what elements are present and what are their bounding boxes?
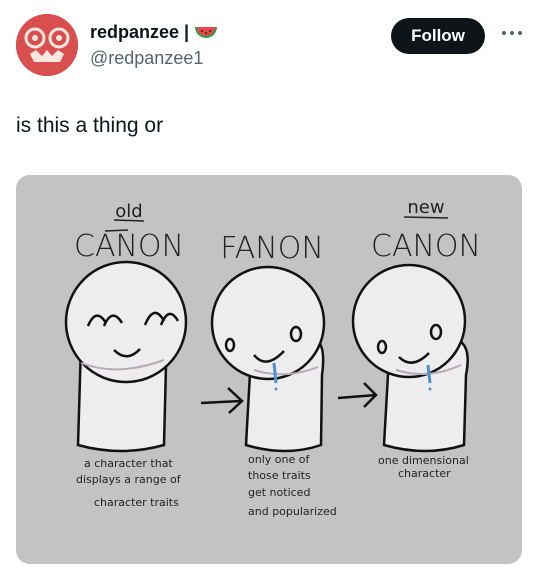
header-new: new: [407, 197, 444, 218]
follow-button[interactable]: Follow: [391, 18, 485, 54]
canon-fanon-drawing: old CANON FANON new CANON a character th…: [16, 175, 522, 564]
header-canon-right: CANON: [371, 229, 481, 264]
caption-middle-line-3: get noticed: [248, 486, 310, 499]
tweet-media-image[interactable]: old CANON FANON new CANON a character th…: [16, 175, 522, 564]
caption-middle-line-4: and popularized: [248, 505, 337, 518]
caption-left-line-3: character traits: [94, 496, 179, 509]
header-fanon: FANON: [220, 231, 324, 266]
caption-left-line-2: displays a range of: [76, 473, 182, 486]
more-horizontal-icon[interactable]: [500, 26, 524, 40]
header-canon-left: CANON: [74, 229, 184, 264]
watermelon-icon: [195, 26, 218, 38]
author-avatar[interactable]: [16, 14, 78, 76]
caption-right-line-2: character: [398, 467, 451, 480]
caption-right-line-1: one dimensional: [378, 454, 469, 467]
caption-middle-line-2: those traits: [248, 469, 311, 482]
author-name-row[interactable]: redpanzee |: [90, 22, 218, 43]
header-old: old: [115, 201, 142, 222]
avatar-face-icon: [16, 14, 78, 76]
caption-middle-line-1: only one of: [248, 453, 310, 466]
caption-left-line-1: a character that: [84, 457, 173, 470]
tweet-text: is this a thing or: [16, 114, 164, 137]
author-handle[interactable]: @redpanzee1: [90, 48, 203, 69]
author-display-name[interactable]: redpanzee |: [90, 22, 189, 43]
